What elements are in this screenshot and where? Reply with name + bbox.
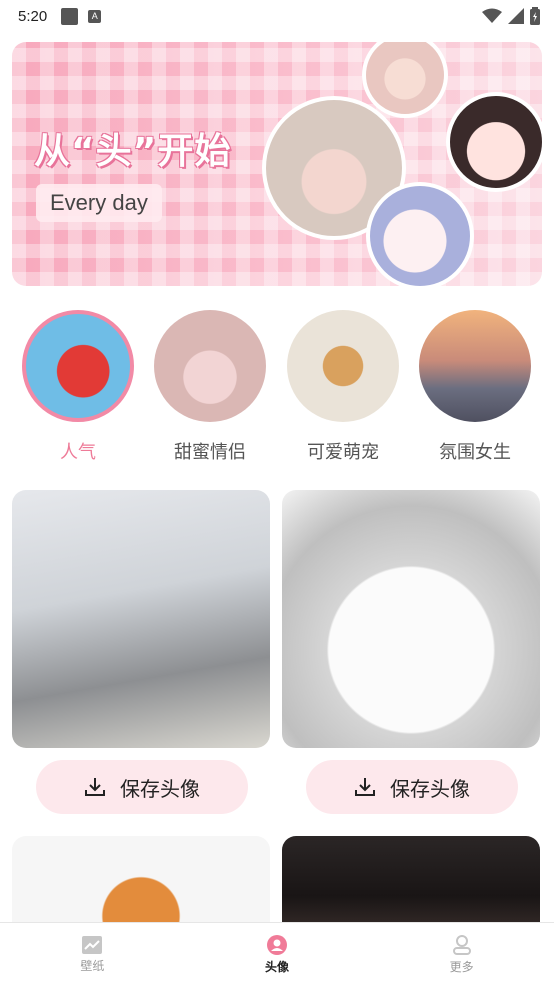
hero-banner[interactable]: 从“头”开始 Every day (12, 42, 542, 286)
battery-icon (530, 7, 540, 25)
category-label: 氛围女生 (439, 442, 511, 463)
signal-icon (508, 8, 524, 24)
nav-label: 更多 (449, 959, 474, 974)
save-avatar-button[interactable]: 保存头像 (36, 760, 248, 814)
person-more-icon (452, 934, 471, 955)
banner-title: 从“头”开始 (34, 131, 232, 172)
bottom-nav: 壁纸 头像 更多 (0, 922, 554, 984)
category-pet[interactable]: 可爱萌宠 (284, 310, 402, 464)
nav-item-more[interactable]: 更多 (369, 923, 554, 984)
user-avatar-icon (267, 934, 287, 955)
avatar-card-image[interactable] (282, 490, 540, 748)
avatar-card-image[interactable] (282, 836, 540, 936)
download-icon (85, 778, 105, 796)
notification-square-icon (61, 7, 79, 25)
save-button-label: 保存头像 (390, 776, 470, 801)
status-bar: 5:20 A (0, 0, 554, 32)
banner-avatar-image (362, 42, 448, 118)
banner-avatar-image (366, 182, 474, 286)
status-time: 5:20 (18, 7, 48, 25)
nav-label: 壁纸 (80, 958, 105, 973)
wifi-icon (482, 8, 502, 23)
category-label: 甜蜜情侣 (174, 442, 246, 463)
banner-subtitle: Every day (36, 184, 162, 222)
chart-wallpaper-icon (82, 935, 103, 954)
hot-avatar (22, 310, 134, 422)
couple-avatar (154, 310, 266, 422)
girl-avatar (419, 310, 531, 422)
nav-item-avatar[interactable]: 头像 (185, 923, 370, 984)
category-hot[interactable]: 人气 (19, 310, 137, 464)
pet-avatar (287, 310, 399, 422)
save-button-label: 保存头像 (120, 776, 200, 801)
category-label: 人气 (60, 442, 96, 463)
download-icon (355, 778, 375, 796)
save-avatar-button[interactable]: 保存头像 (306, 760, 518, 814)
avatar-card-image[interactable] (12, 490, 270, 748)
category-girl[interactable]: 氛围女生 (416, 310, 534, 464)
a-badge-icon: A (88, 9, 102, 23)
category-label: 可爱萌宠 (307, 442, 379, 463)
nav-item-wallpaper[interactable]: 壁纸 (0, 923, 185, 984)
banner-avatar-image (446, 92, 542, 192)
avatar-card-image[interactable] (12, 836, 270, 936)
nav-label: 头像 (265, 959, 290, 974)
category-couple[interactable]: 甜蜜情侣 (151, 310, 269, 464)
